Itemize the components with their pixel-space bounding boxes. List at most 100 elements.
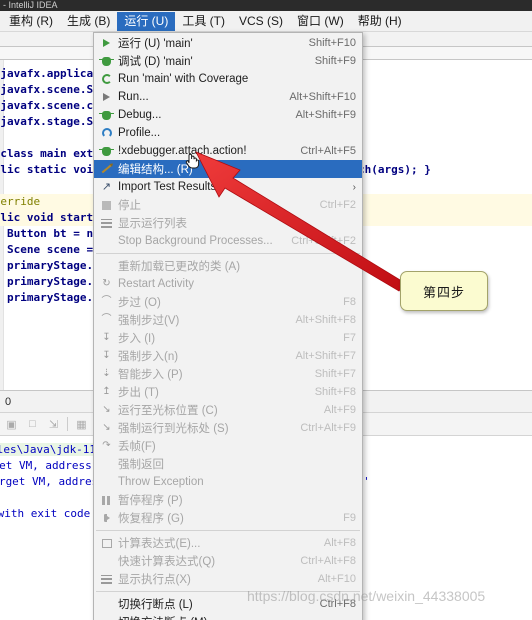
run-to-cursor-icon: ↘ — [102, 404, 111, 415]
menu-item-run-to-cursor: ↘ 运行至光标位置 (C) Alt+F9 — [94, 401, 362, 419]
menubar-item-build[interactable]: 生成 (B) — [60, 12, 117, 31]
menu-item-label: Throw Exception — [118, 476, 204, 488]
menu-item-edit-configurations[interactable]: 编辑结构... (R) — [94, 160, 362, 178]
menu-item-accel: Ctrl+Alt+F8 — [300, 555, 356, 567]
menu-item-xdebugger-attach[interactable]: !xdebugger.attach.action! Ctrl+Alt+F5 — [94, 142, 362, 160]
menu-item-accel: Alt+F9 — [323, 404, 356, 416]
menu-item-label: Import Test Results — [118, 181, 217, 193]
run-tab-label: 0 — [5, 395, 12, 408]
menu-item-run-main[interactable]: 运行 (U) 'main' Shift+F10 — [94, 34, 362, 52]
print-icon[interactable]: ▦ — [74, 417, 89, 432]
menu-item-label: 步入 (I) — [118, 333, 156, 345]
menu-item-accel: Ctrl+F8 — [319, 598, 356, 610]
menu-item-step-over: ⌒ 步过 (O) F8 — [94, 293, 362, 311]
menu-item-toggle-line-breakpoint[interactable]: 切换行断点 (L) Ctrl+F8 — [94, 595, 362, 613]
menu-item-step-into: ↧ 步入 (I) F7 — [94, 329, 362, 347]
menu-item-accel: Alt+F8 — [323, 537, 356, 549]
menu-item-label: 强制运行到光标处 (S) — [118, 423, 229, 435]
step-out-icon: ↥ — [102, 386, 111, 397]
show-exec-point-icon — [98, 572, 115, 586]
menu-item-debug-dialog[interactable]: Debug... Alt+Shift+F9 — [94, 106, 362, 124]
blank-icon — [98, 554, 115, 568]
intellij-idea-window: - IntelliJ IDEA 重构 (R) 生成 (B) 运行 (U) 工具 … — [0, 0, 532, 620]
menu-item-show-running-list: 显示运行列表 — [94, 214, 362, 232]
menu-item-force-step-into: ↧ 强制步入(n) Alt+Shift+F7 — [94, 347, 362, 365]
menu-item-label: Stop Background Processes... — [118, 235, 273, 247]
blank-icon — [98, 259, 115, 273]
menu-item-accel: Ctrl+Shift+F2 — [291, 235, 356, 247]
menu-item-label: 调试 (D) 'main' — [118, 56, 193, 68]
menu-item-accel: Alt+F10 — [317, 573, 356, 585]
menu-item-evaluate-expression: 计算表达式(E)... Alt+F8 — [94, 534, 362, 552]
menubar-item-run[interactable]: 运行 (U) — [117, 11, 176, 31]
menu-item-label: 编辑结构... (R) — [118, 164, 193, 176]
blank-icon — [98, 597, 115, 611]
menu-item-debug-main[interactable]: 调试 (D) 'main' Shift+F9 — [94, 52, 362, 70]
menu-item-label: 快速计算表达式(Q) — [118, 556, 216, 568]
attach-icon — [98, 144, 115, 158]
menu-item-label: 计算表达式(E)... — [118, 538, 201, 550]
window-titlebar: - IntelliJ IDEA — [0, 0, 532, 11]
menu-item-stop: 停止 Ctrl+F2 — [94, 196, 362, 214]
menu-item-accel: Alt+Shift+F8 — [295, 314, 356, 326]
rerun-icon[interactable]: ▣ — [4, 417, 19, 432]
menu-item-run-dialog[interactable]: Run... Alt+Shift+F10 — [94, 88, 362, 106]
code-line: @Override — [0, 195, 41, 208]
menu-item-restart-activity: ↻ Restart Activity — [94, 275, 362, 293]
debug-icon — [98, 108, 115, 122]
menu-item-label: 重新加载已更改的类 (A) — [118, 261, 241, 273]
menu-item-label: 智能步入 (P) — [118, 369, 183, 381]
menu-item-accel: F8 — [343, 296, 356, 308]
restore-layout-icon[interactable]: ⇲ — [46, 417, 61, 432]
menubar-item-help[interactable]: 帮助 (H) — [351, 12, 409, 31]
menubar-item-tools[interactable]: 工具 (T) — [175, 12, 232, 31]
blank-icon — [98, 234, 115, 248]
menu-item-label: 切换方法断点 (M) — [118, 614, 207, 620]
menu-item-run-with-coverage[interactable]: Run 'main' with Coverage — [94, 70, 362, 88]
menu-item-label: 强制步入(n) — [118, 351, 179, 363]
menu-item-accel: F9 — [343, 512, 356, 524]
smart-step-into-icon: ⇣ — [102, 368, 111, 379]
menu-item-label: 恢复程序 (G) — [118, 513, 184, 525]
menu-item-pause-program: 暂停程序 (P) — [94, 491, 362, 509]
menu-separator — [96, 530, 360, 531]
chevron-right-icon: › — [352, 181, 356, 193]
menu-item-label: 运行 (U) 'main' — [118, 38, 193, 50]
menu-item-profile[interactable]: Profile... — [94, 124, 362, 142]
menu-item-label: Profile... — [118, 127, 161, 139]
menu-item-label: Restart Activity — [118, 278, 195, 290]
menu-item-smart-step-into: ⇣ 智能步入 (P) Shift+F7 — [94, 365, 362, 383]
menu-item-label: 强制步过(V) — [118, 315, 180, 327]
blank-icon — [98, 615, 115, 620]
resume-icon — [98, 511, 115, 525]
menu-item-toggle-method-breakpoint[interactable]: 切换方法断点 (M) — [94, 613, 362, 620]
drop-frame-icon: ↷ — [102, 440, 111, 451]
menu-item-label: Run 'main' with Coverage — [118, 73, 249, 85]
step-into-icon: ↧ — [102, 332, 111, 343]
menu-item-label: 丢帧(F) — [118, 441, 156, 453]
menubar-item-vcs[interactable]: VCS (S) — [232, 12, 290, 31]
menu-item-accel: Shift+F7 — [314, 368, 356, 380]
blank-icon — [98, 475, 115, 489]
menu-item-label: Debug... — [118, 109, 162, 121]
menu-item-accel: Shift+F8 — [314, 386, 356, 398]
menu-item-step-out: ↥ 步出 (T) Shift+F8 — [94, 383, 362, 401]
menu-item-label: 显示执行点(X) — [118, 574, 191, 586]
menu-item-accel: Ctrl+Alt+F5 — [300, 145, 356, 157]
menu-item-label: 停止 — [118, 200, 141, 212]
menubar: 重构 (R) 生成 (B) 运行 (U) 工具 (T) VCS (S) 窗口 (… — [0, 11, 532, 32]
step-callout-text: 第四步 — [422, 285, 465, 301]
menu-item-drop-frame: ↷ 丢帧(F) — [94, 437, 362, 455]
menu-item-quick-evaluate-expression: 快速计算表达式(Q) Ctrl+Alt+F8 — [94, 552, 362, 570]
step-callout: 第四步 — [400, 271, 488, 311]
menu-item-accel: Alt+Shift+F10 — [289, 91, 356, 103]
evaluate-icon — [98, 536, 115, 550]
console-line: Process finished with exit code 0 — [0, 507, 104, 520]
menu-item-import-test-results[interactable]: ↗ Import Test Results › — [94, 178, 362, 196]
menu-item-label: Run... — [118, 91, 149, 103]
menu-item-accel: Ctrl+Alt+F9 — [300, 422, 356, 434]
menu-item-accel: F7 — [343, 332, 356, 344]
menubar-item-refactor[interactable]: 重构 (R) — [2, 12, 60, 31]
stop-icon[interactable]: □ — [25, 417, 40, 432]
menubar-item-window[interactable]: 窗口 (W) — [290, 12, 351, 31]
